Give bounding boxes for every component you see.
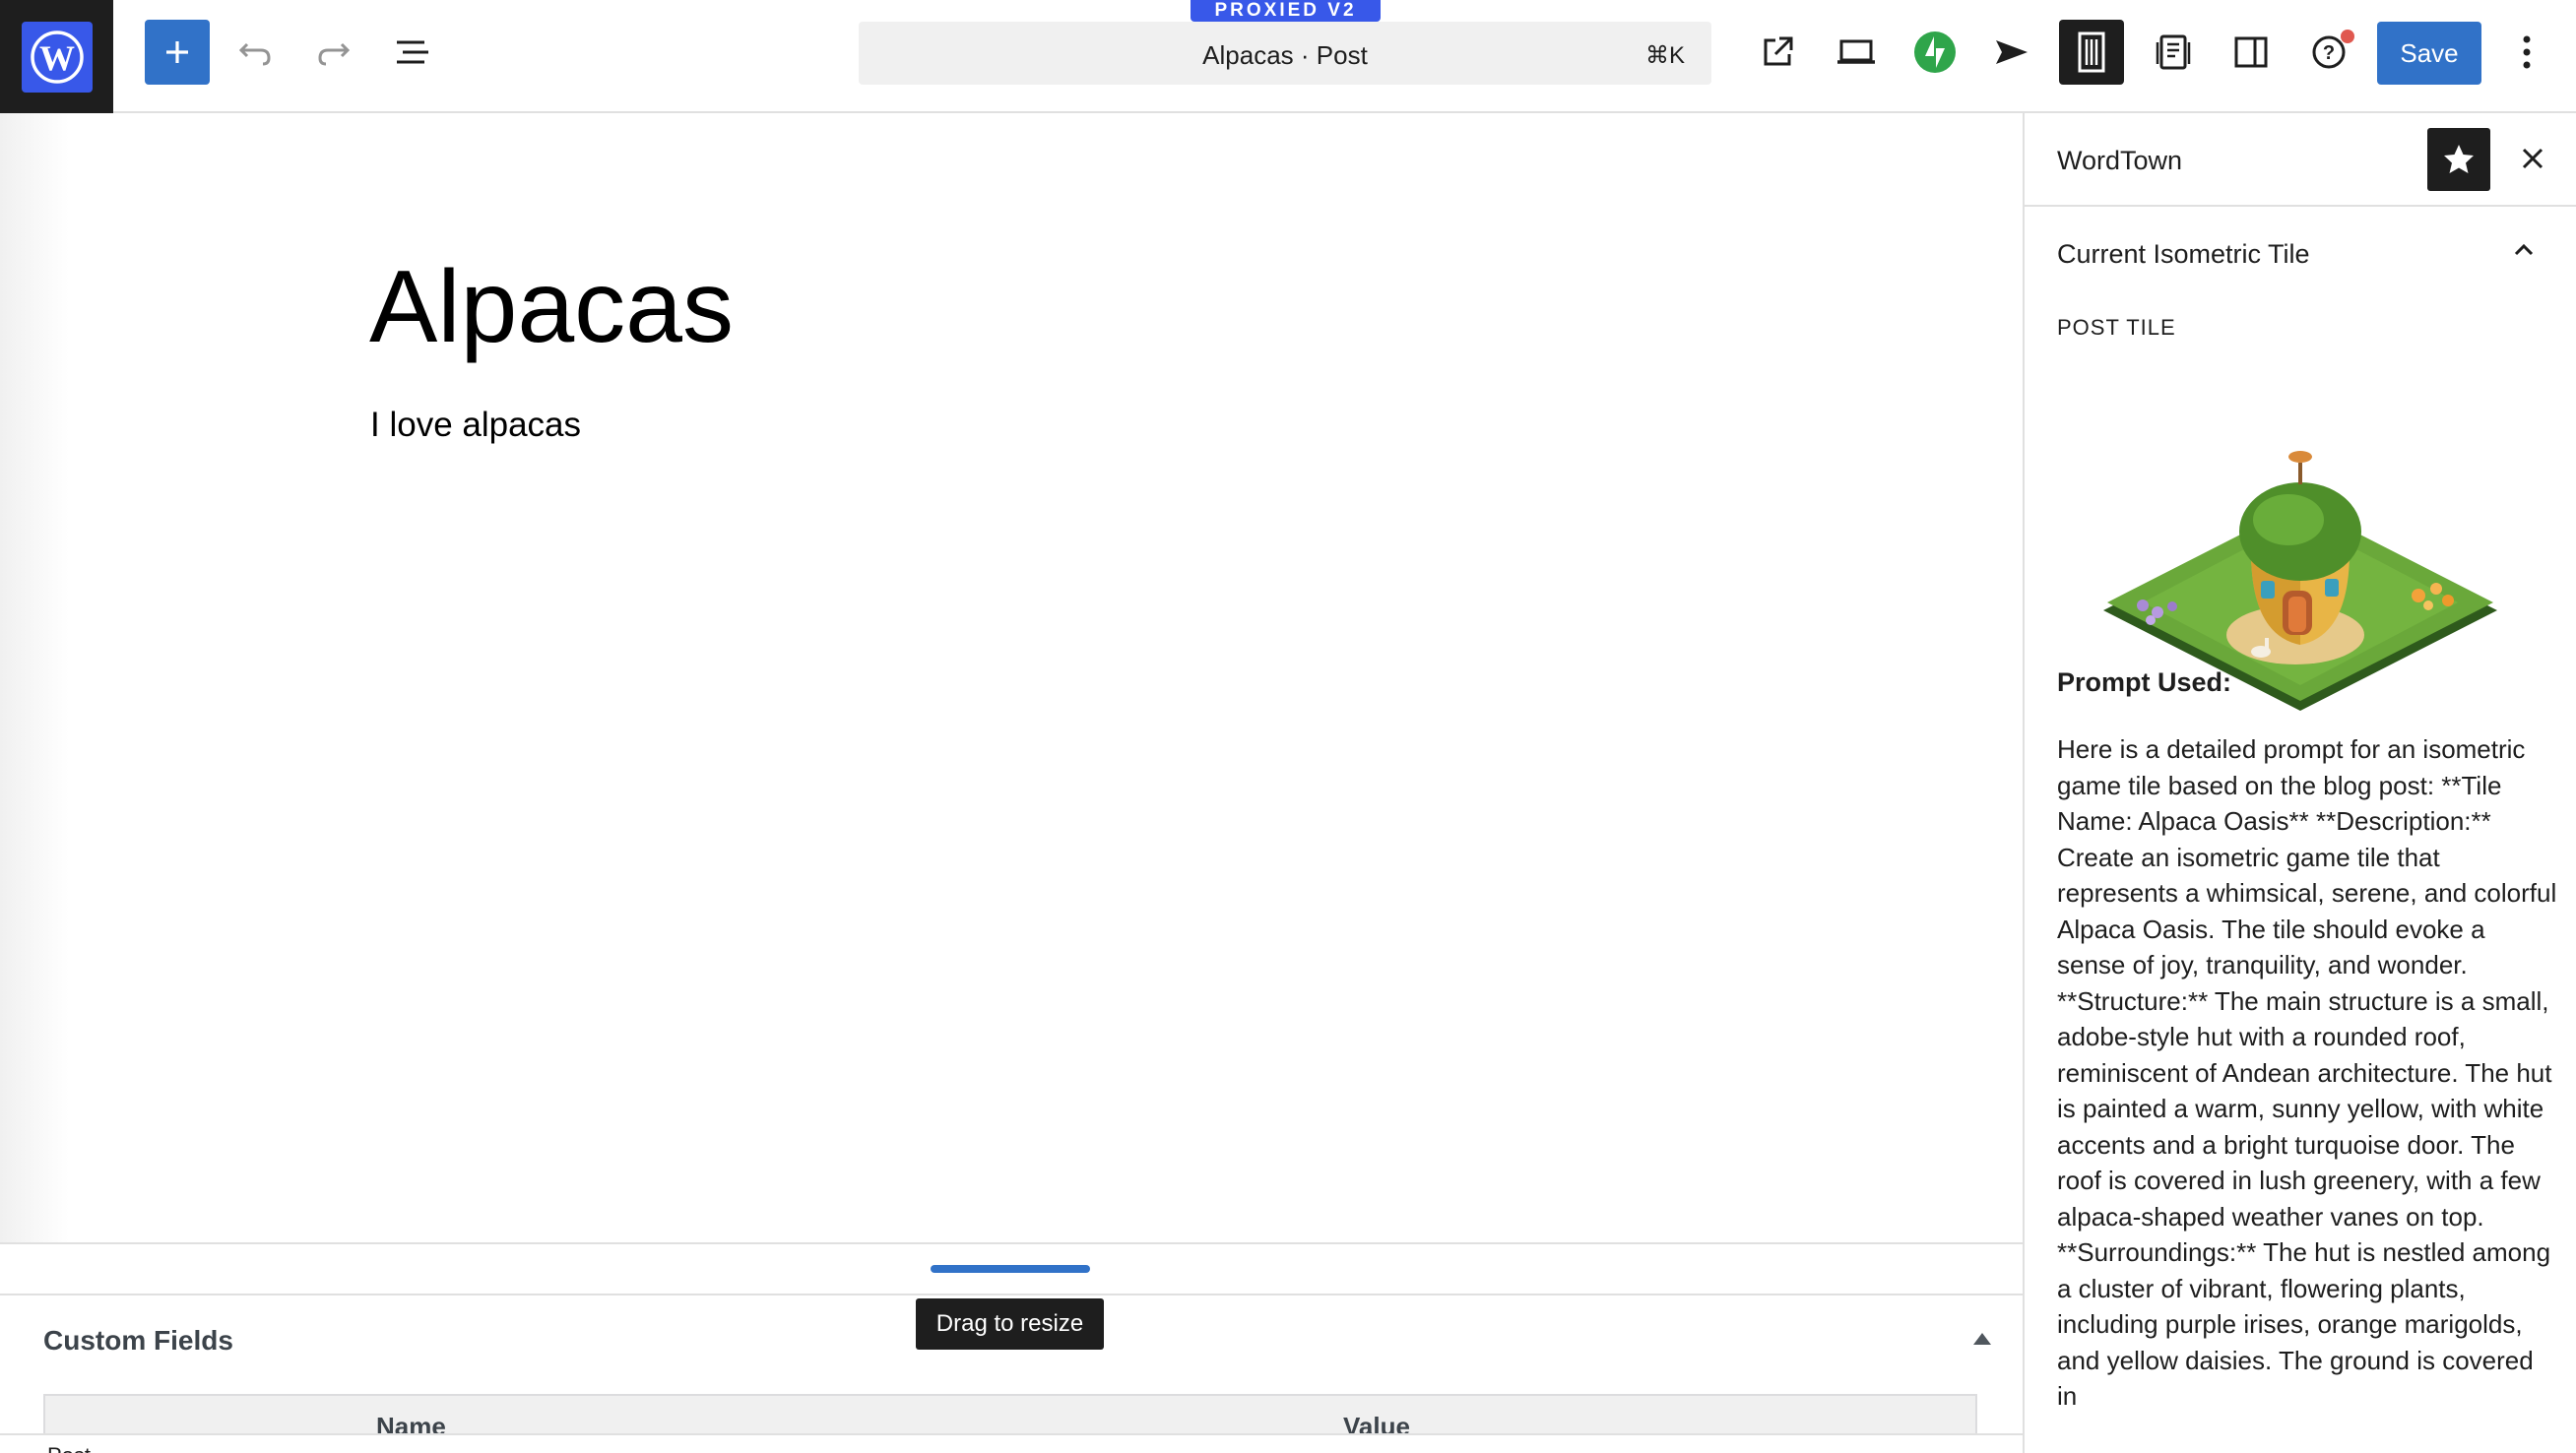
- prompt-text: Here is a detailed prompt for an isometr…: [2057, 734, 2557, 1411]
- collapse-toggle-icon[interactable]: [1973, 1333, 1991, 1345]
- wordtown-building-icon: [2078, 32, 2105, 73]
- canvas-edge-shadow: [0, 113, 69, 1242]
- chevron-up-icon: [2514, 243, 2534, 256]
- editor-footer: Post: [0, 1433, 2023, 1453]
- redo-button[interactable]: [304, 20, 363, 85]
- close-icon: [2522, 148, 2544, 169]
- send-icon: [1996, 40, 2028, 64]
- settings-sidebar-icon: [2234, 36, 2268, 68]
- more-options-button[interactable]: [2505, 20, 2548, 85]
- command-shortcut-hint: ⌘K: [1644, 42, 1685, 69]
- favorite-button[interactable]: [2427, 128, 2490, 191]
- wordpress-logo-button[interactable]: W: [0, 0, 113, 113]
- desktop-preview-icon: [1837, 39, 1875, 64]
- panel-title-current-tile[interactable]: Current Isometric Tile: [2057, 239, 2310, 270]
- command-palette-bar[interactable]: Alpacas · Post ⌘K: [859, 22, 1711, 85]
- view-post-button[interactable]: [1748, 20, 1807, 85]
- svg-text:?: ?: [2323, 42, 2335, 64]
- notification-dot: [2341, 30, 2354, 43]
- preview-button[interactable]: [1827, 20, 1886, 85]
- revisions-button[interactable]: [2144, 20, 2203, 85]
- paragraph-block[interactable]: I love alpacas: [370, 406, 581, 445]
- external-link-icon: [1764, 36, 1793, 66]
- wordtown-sidebar: WordTown Current Isometric Tile POST TIL…: [2023, 113, 2576, 1453]
- document-overview-button[interactable]: [383, 20, 442, 85]
- jetpack-button[interactable]: [1905, 20, 1964, 85]
- prompt-label: Prompt Used:: [2057, 667, 2232, 697]
- wordtown-sidebar-toggle[interactable]: [2059, 20, 2124, 85]
- more-options-icon: [2523, 35, 2531, 69]
- add-block-button[interactable]: [145, 20, 210, 85]
- plus-icon: [166, 41, 188, 63]
- editor-canvas: Alpacas I love alpacas: [0, 113, 2023, 1242]
- resize-handle[interactable]: [931, 1265, 1090, 1273]
- redo-icon: [318, 42, 351, 66]
- document-overview-icon: [397, 40, 428, 64]
- document-title: Alpacas · Post: [1202, 40, 1368, 70]
- editor-top-toolbar: W Alpacas · Post ⌘K PROXIED V2 ? Save: [0, 0, 2576, 113]
- post-tile-label: POST TILE: [2057, 315, 2176, 340]
- save-button[interactable]: Save: [2377, 22, 2481, 85]
- wordpress-logo-icon: W: [21, 21, 93, 93]
- revisions-icon: [2156, 34, 2191, 70]
- post-title[interactable]: Alpacas: [369, 249, 734, 366]
- environment-badge: PROXIED V2: [1191, 0, 1381, 22]
- undo-icon: [238, 42, 271, 66]
- meta-box-resize-area: [0, 1242, 2023, 1294]
- svg-text:W: W: [39, 38, 75, 78]
- panel-collapse-button[interactable]: [2509, 235, 2539, 270]
- star-icon: [2444, 145, 2474, 173]
- breadcrumb[interactable]: Post: [47, 1443, 91, 1453]
- undo-button[interactable]: [225, 20, 285, 85]
- jetpack-icon: [1914, 32, 1956, 73]
- drag-to-resize-tooltip: Drag to resize: [916, 1298, 1104, 1350]
- settings-sidebar-button[interactable]: [2222, 20, 2281, 85]
- sidebar-header: WordTown: [2025, 113, 2576, 207]
- close-sidebar-button[interactable]: [2507, 133, 2558, 184]
- sidebar-title: WordTown: [2057, 146, 2183, 175]
- publish-send-button[interactable]: [1982, 20, 2041, 85]
- metabox-title: Custom Fields: [43, 1325, 233, 1356]
